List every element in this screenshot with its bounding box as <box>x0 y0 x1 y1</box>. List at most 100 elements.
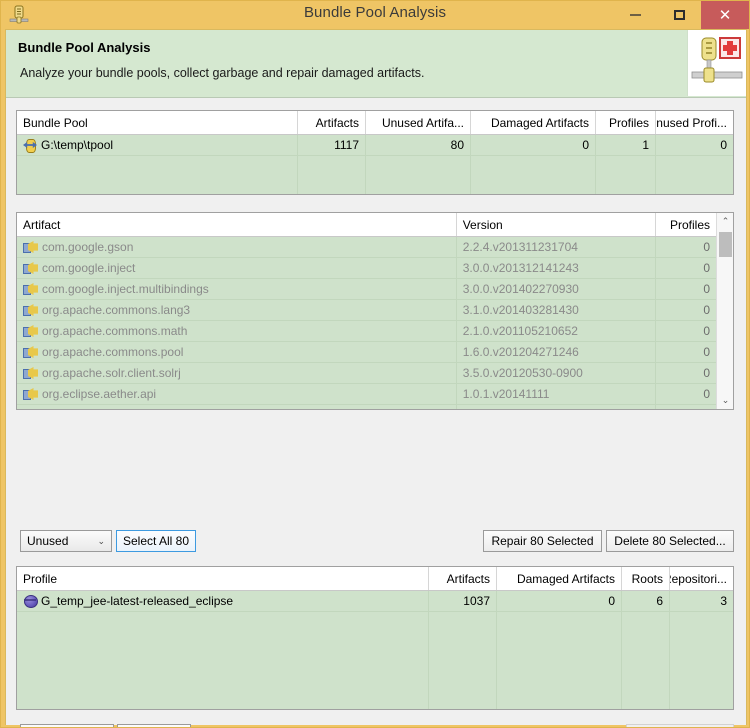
artifact-row-icon <box>23 282 38 296</box>
cell-text: com.google.gson <box>42 240 134 254</box>
table-row[interactable]: org.apache.commons.pool 1.6.0.v201204271… <box>17 342 716 363</box>
scroll-down-arrow-icon[interactable]: ⌄ <box>717 392 733 409</box>
cell-artifact-version: 1.0.1.v20141111 <box>457 384 657 404</box>
cell-artifacts: 1117 <box>298 135 366 155</box>
cell-artifact-name: com.google.gson <box>17 237 457 257</box>
profile-table[interactable]: Profile Artifacts Damaged Artifacts Root… <box>16 566 734 710</box>
column-header-artifact[interactable]: Artifact <box>17 213 457 236</box>
scrollbar-thumb[interactable] <box>719 232 732 257</box>
cell-artifact-version: 2.1.0.v201105210652 <box>457 321 657 341</box>
bundle-pool-table-body: G:\temp\tpool 1117 80 0 1 0 <box>17 135 733 194</box>
artifact-row-icon <box>23 366 38 380</box>
artifact-row-icon <box>23 324 38 338</box>
banner-title: Bundle Pool Analysis <box>18 40 151 55</box>
header-banner: Bundle Pool Analysis Analyze your bundle… <box>6 30 746 98</box>
chevron-down-icon: ⌄ <box>97 535 105 546</box>
cell-profile-name: G_temp_jee-latest-released_eclipse <box>17 591 429 611</box>
cell-artifact-version: 3.5.0.v20120530-0900 <box>457 363 657 383</box>
column-header-version[interactable]: Version <box>457 213 657 236</box>
table-row[interactable]: com.google.gson 2.2.4.v201311231704 0 <box>17 237 716 258</box>
cell-profile-damaged-artifacts: 0 <box>497 591 622 611</box>
artifact-row-icon <box>23 387 38 401</box>
cell-artifact-name: com.google.inject.multibindings <box>17 279 457 299</box>
cell-artifact-name: org.apache.commons.math <box>17 321 457 341</box>
minimize-button[interactable] <box>613 1 657 29</box>
column-header-profile[interactable]: Profile <box>17 567 429 590</box>
cell-artifact-version: 3.0.0.v201312141243 <box>457 258 657 278</box>
column-header-unused-profiles[interactable]: Unused Profi... <box>656 111 733 134</box>
table-row[interactable]: com.google.inject 3.0.0.v201312141243 0 <box>17 258 716 279</box>
delete-selected-profiles-button: Delete Selected... <box>626 724 734 727</box>
cell-unused-profiles: 0 <box>720 138 727 152</box>
table-row[interactable]: com.google.inject.multibindings 3.0.0.v2… <box>17 279 716 300</box>
table-row[interactable]: org.apache.solr.client.solrj 3.5.0.v2012… <box>17 363 716 384</box>
dialog-body: Bundle Pool Analysis Analyze your bundle… <box>5 29 747 727</box>
profile-filter-dropdown[interactable]: Show All ⌄ <box>20 724 114 727</box>
artifact-filter-value: Unused <box>27 534 69 548</box>
window-controls: ✕ <box>613 1 749 29</box>
artifact-row-icon <box>23 261 38 275</box>
column-header-artifact-profiles[interactable]: Profiles <box>656 213 716 236</box>
cell-text: org.eclipse.aether.api <box>42 387 157 401</box>
column-header-profile-damaged-artifacts[interactable]: Damaged Artifacts <box>497 567 622 590</box>
cell-artifact-version: 1.6.0.v201204271246 <box>457 342 657 362</box>
column-header-damaged-artifacts[interactable]: Damaged Artifacts <box>471 111 596 134</box>
bundle-pool-table[interactable]: Bundle Pool Artifacts Unused Artifa... D… <box>16 110 734 195</box>
title-bar: Bundle Pool Analysis ✕ <box>1 1 749 29</box>
column-header-profile-artifacts[interactable]: Artifacts <box>429 567 497 590</box>
artifact-filter-dropdown[interactable]: Unused ⌄ <box>20 530 112 552</box>
minimize-icon <box>629 14 641 16</box>
cell-text: org.apache.commons.lang3 <box>42 303 191 317</box>
artifact-table-body: com.google.gson 2.2.4.v201311231704 0 co… <box>17 237 733 409</box>
close-window-button[interactable]: ✕ <box>701 1 749 29</box>
cell-artifact-profiles: 0 <box>703 366 710 380</box>
cell-text: com.google.inject.multibindings <box>42 282 209 296</box>
bundle-pool-analysis-window: Bundle Pool Analysis ✕ Bundle Pool Analy… <box>0 0 750 728</box>
dialog-content: Bundle Pool Artifacts Unused Artifa... D… <box>6 98 746 727</box>
cell-artifact-name: org.apache.solr.client.solrj <box>17 363 457 383</box>
column-header-unused-artifacts[interactable]: Unused Artifa... <box>366 111 471 134</box>
cell-artifact-profiles: 0 <box>703 324 710 338</box>
cell-profile-artifacts: 1037 <box>429 591 497 611</box>
cell-artifact-version: 2.2.4.v201311231704 <box>457 237 657 257</box>
cell-text: org.apache.commons.math <box>42 324 188 338</box>
cell-profile-repositories: 3 <box>720 594 727 608</box>
cell-text: org.apache.commons.pool <box>42 345 184 359</box>
cell-artifact-version: 3.1.0.v201403281430 <box>457 300 657 320</box>
table-empty-area <box>17 156 733 194</box>
table-empty-area <box>17 612 733 709</box>
table-row[interactable]: org.eclipse.aether.api 1.0.1.v20141111 0 <box>17 384 716 405</box>
cell-artifact-name: org.apache.commons.lang3 <box>17 300 457 320</box>
cell-profile-roots: 6 <box>622 591 670 611</box>
column-header-profiles[interactable]: Profiles <box>596 111 656 134</box>
artifact-table-scrollbar[interactable]: ⌃ ⌄ <box>716 213 733 409</box>
column-header-roots[interactable]: Roots <box>622 567 670 590</box>
cell-text: com.google.inject <box>42 261 136 275</box>
artifact-table-header: Artifact Version Profiles <box>17 213 733 237</box>
banner-image <box>687 30 746 96</box>
cell-artifact-name: com.google.inject <box>17 258 457 278</box>
column-header-artifacts[interactable]: Artifacts <box>298 111 366 134</box>
delete-selected-artifacts-button[interactable]: Delete 80 Selected... <box>606 530 734 552</box>
cell-artifact-profiles: 0 <box>703 345 710 359</box>
column-header-bundle-pool[interactable]: Bundle Pool <box>17 111 298 134</box>
cell-artifact-version: 3.0.0.v201402270930 <box>457 279 657 299</box>
select-all-artifacts-button[interactable]: Select All 80 <box>116 530 196 552</box>
artifact-table[interactable]: Artifact Version Profiles com.google.gso… <box>16 212 734 410</box>
maximize-button[interactable] <box>657 1 701 29</box>
select-all-profiles-button[interactable]: Select All 1 <box>117 724 191 727</box>
table-empty-area <box>17 405 716 409</box>
cell-text: org.apache.solr.client.solrj <box>42 366 181 380</box>
cell-damaged-artifacts: 0 <box>471 135 596 155</box>
cell-unused-artifacts: 80 <box>366 135 471 155</box>
artifact-row-icon <box>23 345 38 359</box>
repair-selected-button[interactable]: Repair 80 Selected <box>483 530 602 552</box>
table-row[interactable]: G_temp_jee-latest-released_eclipse 1037 … <box>17 591 733 612</box>
scroll-up-arrow-icon[interactable]: ⌃ <box>717 213 733 230</box>
table-row[interactable]: org.apache.commons.math 2.1.0.v201105210… <box>17 321 716 342</box>
cell-bundle-pool-path: G:\temp\tpool <box>17 135 298 155</box>
cell-text: G_temp_jee-latest-released_eclipse <box>41 594 234 608</box>
table-row[interactable]: org.apache.commons.lang3 3.1.0.v20140328… <box>17 300 716 321</box>
column-header-repositories[interactable]: Repositori... <box>670 567 733 590</box>
table-row[interactable]: G:\temp\tpool 1117 80 0 1 0 <box>17 135 733 156</box>
